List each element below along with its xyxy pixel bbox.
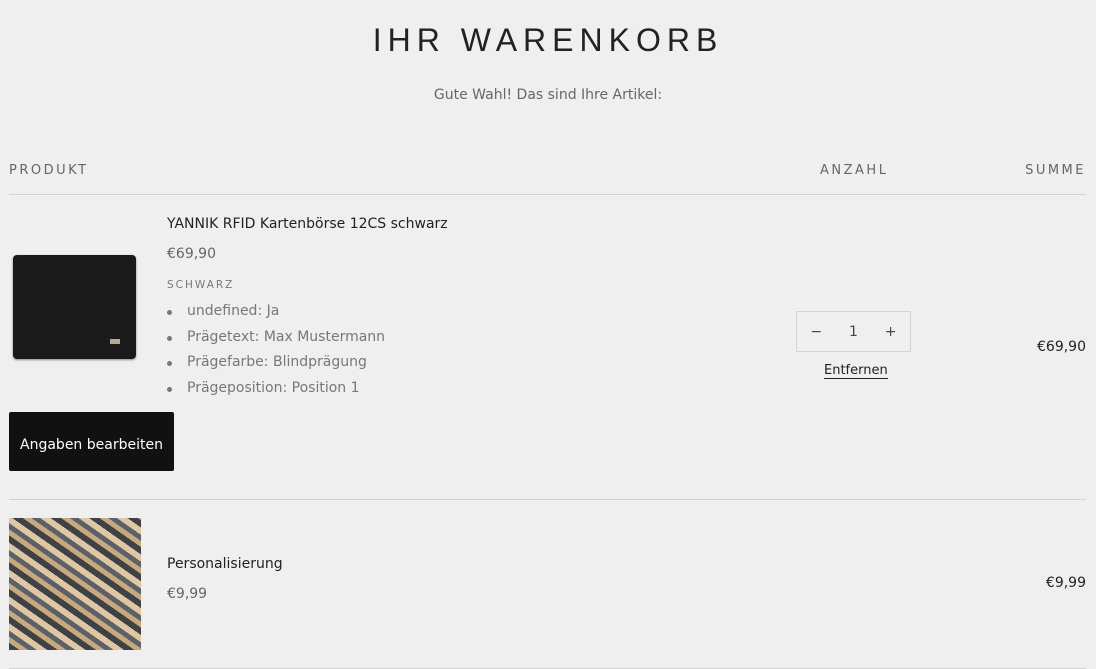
edit-details-button[interactable]: Angaben bearbeiten (9, 412, 174, 471)
product-properties: undefined: Ja Prägetext: Max Mustermann … (167, 303, 385, 405)
wallet-product-image[interactable] (13, 255, 136, 359)
plus-icon[interactable]: + (885, 324, 897, 340)
logo-badge (110, 339, 120, 344)
quantity-input[interactable]: 1 (849, 324, 858, 340)
personalization-product-image[interactable] (9, 518, 141, 650)
quantity-stepper: − 1 + (796, 311, 911, 352)
column-product: PRODUKT (9, 163, 89, 178)
product-name[interactable]: Personalisierung (167, 556, 283, 572)
product-variant: SCHWARZ (167, 279, 235, 291)
property-item: Prägefarbe: Blindprägung (167, 354, 385, 380)
line-total: €69,90 (1037, 339, 1086, 355)
product-name[interactable]: YANNIK RFID Kartenbörse 12CS schwarz (167, 216, 448, 232)
property-item: undefined: Ja (167, 303, 385, 329)
property-item: Prägeposition: Position 1 (167, 380, 385, 406)
product-price: €9,99 (167, 586, 208, 602)
column-quantity: ANZAHL (820, 163, 889, 178)
page-subtitle: Gute Wahl! Das sind Ihre Artikel: (433, 87, 663, 103)
column-total: SUMME (1025, 163, 1086, 178)
page-title: IHR WARENKORB (372, 22, 724, 58)
minus-icon[interactable]: − (810, 324, 822, 340)
property-item: Prägetext: Max Mustermann (167, 329, 385, 355)
line-total: €9,99 (1045, 575, 1086, 591)
divider (9, 194, 1086, 195)
divider (9, 499, 1086, 500)
product-price: €69,90 (167, 246, 216, 262)
remove-link[interactable]: Entfernen (824, 363, 888, 379)
